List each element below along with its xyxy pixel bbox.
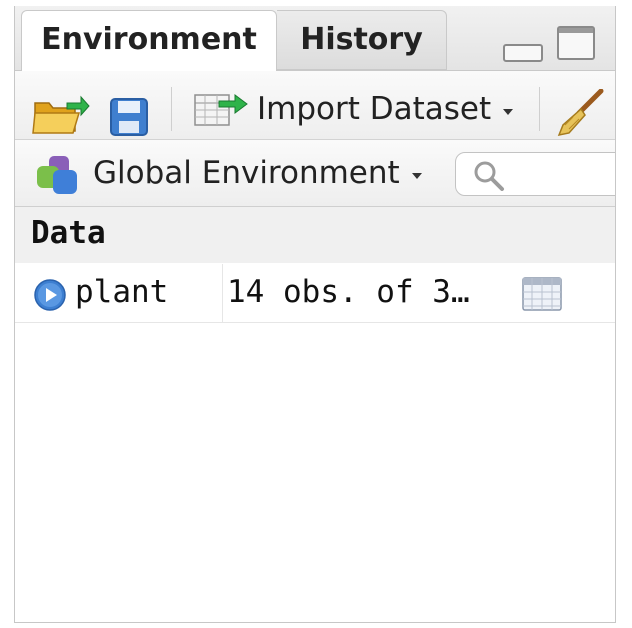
selected-environment-label: Global Environment [93, 155, 400, 191]
environment-pane: Environment History Import Dataset Globa… [14, 6, 616, 623]
expand-arrow-icon[interactable] [33, 278, 67, 312]
variable-value: 14 obs. of 3… [227, 274, 470, 310]
open-folder-icon[interactable] [31, 93, 91, 137]
environment-selector-bar: Global Environment [15, 140, 615, 207]
section-title: Data [31, 215, 106, 251]
table-row[interactable]: plant 14 obs. of 3… [15, 264, 615, 323]
toolbar-divider [539, 87, 540, 131]
broom-icon[interactable] [555, 89, 605, 137]
search-input[interactable] [455, 152, 615, 196]
minimize-pane-icon[interactable] [503, 44, 543, 62]
tab-history[interactable]: History [277, 10, 447, 70]
import-dataset-label: Import Dataset [257, 91, 492, 127]
table-grid-icon[interactable] [521, 276, 563, 312]
environment-toolbar: Import Dataset [15, 71, 615, 140]
chevron-down-icon [411, 173, 422, 179]
environment-icon [37, 156, 77, 194]
save-icon[interactable] [109, 97, 149, 137]
column-divider [222, 264, 223, 322]
import-table-icon [194, 94, 248, 126]
import-dataset-button[interactable]: Import Dataset [193, 87, 514, 131]
toolbar-divider [171, 87, 172, 131]
chevron-down-icon [503, 109, 514, 115]
tab-environment[interactable]: Environment [21, 10, 277, 71]
tab-bar: Environment History [15, 6, 615, 71]
data-section-header: Data [15, 207, 615, 263]
search-icon [474, 161, 504, 191]
maximize-pane-icon[interactable] [557, 26, 595, 60]
environment-selector-dropdown[interactable]: Global Environment [35, 150, 422, 196]
variable-name: plant [75, 274, 169, 310]
